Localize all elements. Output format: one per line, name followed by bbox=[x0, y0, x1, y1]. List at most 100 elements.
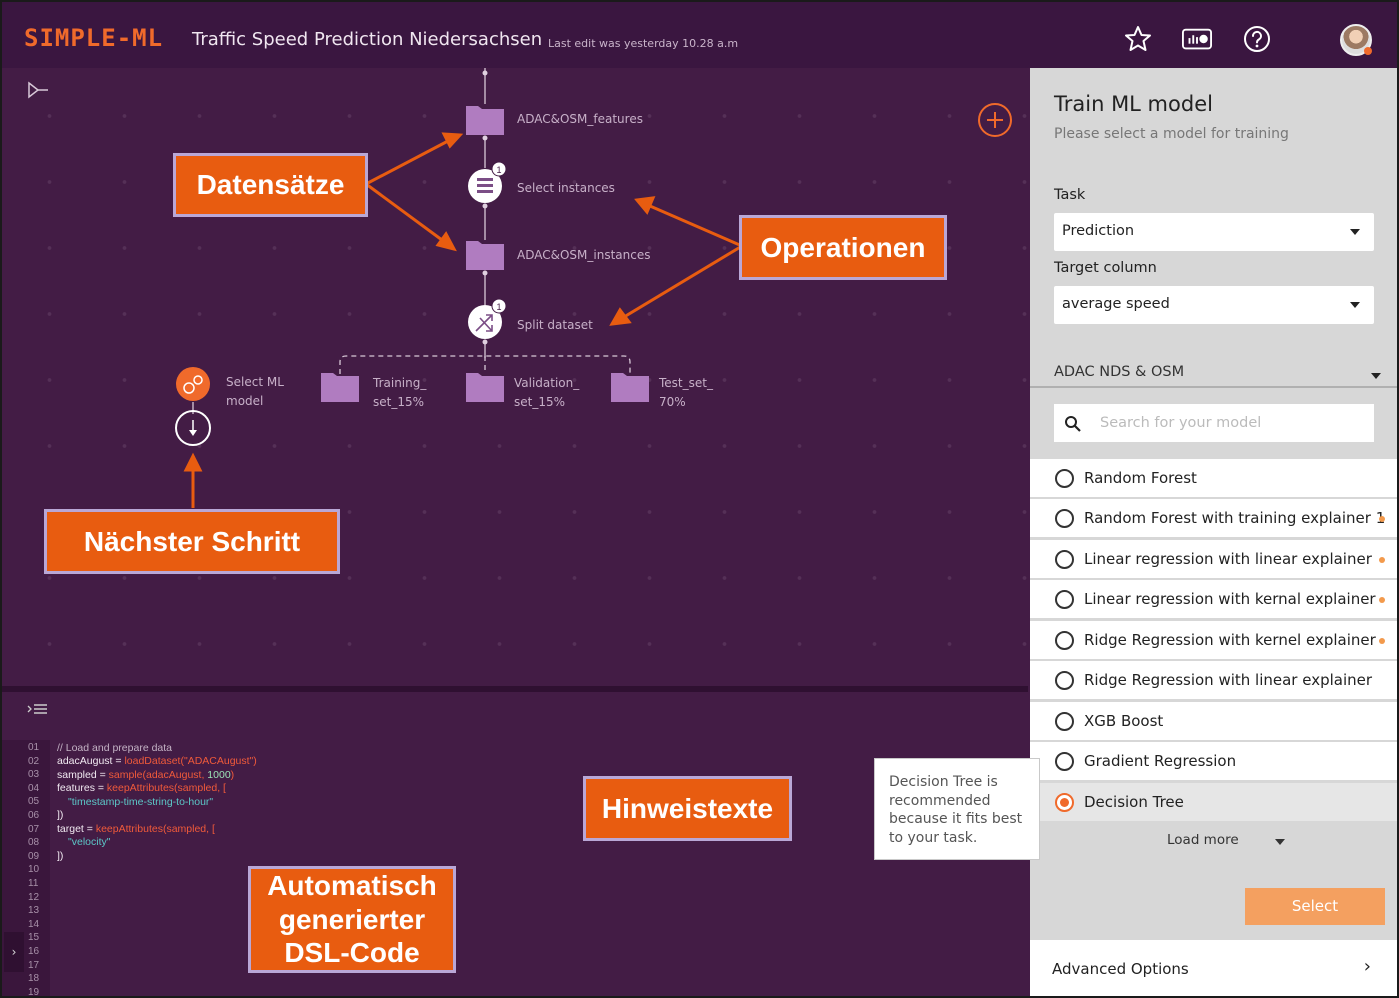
code-line: "velocity" bbox=[68, 836, 111, 848]
node-label: Split dataset bbox=[517, 318, 593, 332]
model-option[interactable]: Linear regression with kernal explainer bbox=[1030, 580, 1397, 618]
model-option[interactable]: Ridge Regression with kernel explainer bbox=[1030, 621, 1397, 659]
radio-icon[interactable] bbox=[1055, 590, 1074, 609]
model-option[interactable]: Linear regression with linear explainer bbox=[1030, 540, 1397, 578]
task-select[interactable]: Prediction bbox=[1054, 213, 1374, 251]
line-number: 11 bbox=[28, 878, 39, 889]
line-number: 18 bbox=[28, 973, 40, 985]
dataset-node-instances[interactable] bbox=[466, 241, 504, 270]
model-option-label: Linear regression with linear explainer bbox=[1084, 550, 1372, 568]
model-option[interactable]: XGB Boost bbox=[1030, 702, 1397, 740]
dataset-node-validation[interactable] bbox=[466, 373, 504, 402]
callout-operationen: Operationen bbox=[739, 215, 947, 280]
panel-subtitle: Please select a model for training bbox=[1054, 126, 1289, 142]
line-number: 04 bbox=[28, 782, 40, 794]
radio-icon[interactable] bbox=[1055, 469, 1074, 488]
line-number: 03 bbox=[28, 769, 40, 781]
radio-icon[interactable] bbox=[1055, 631, 1074, 650]
line-number: 17 bbox=[28, 959, 40, 971]
node-label: Select instances bbox=[517, 181, 615, 195]
last-edit-text: Last edit was yesterday 10.28 a.m bbox=[548, 37, 739, 50]
model-search-field[interactable]: Search for your model bbox=[1054, 404, 1374, 442]
model-option-label: Ridge Regression with linear explainer bbox=[1084, 671, 1373, 689]
target-column-select[interactable]: average speed bbox=[1054, 286, 1374, 324]
select-button[interactable]: Select bbox=[1245, 888, 1385, 925]
hint-tooltip: Decision Tree is recommended because it … bbox=[874, 758, 1040, 860]
model-option-label: Gradient Regression bbox=[1084, 752, 1237, 770]
chevron-down-icon bbox=[1350, 229, 1360, 235]
code-line: // Load and prepare data bbox=[57, 742, 173, 754]
star-icon[interactable] bbox=[1123, 24, 1153, 54]
node-label: ADAC&OSM_features bbox=[517, 112, 643, 126]
dataset-dropdown[interactable]: ADAC NDS & OSM bbox=[1030, 352, 1397, 388]
node-label: Training_ set_15% bbox=[373, 376, 427, 409]
chevron-down-icon bbox=[1371, 373, 1381, 379]
next-step-icon[interactable] bbox=[175, 410, 211, 446]
model-option-label: XGB Boost bbox=[1084, 712, 1164, 730]
hint-dot-icon bbox=[1379, 557, 1385, 563]
model-option-label: Random Forest bbox=[1084, 469, 1197, 487]
radio-icon[interactable] bbox=[1055, 550, 1074, 569]
hint-dot-icon bbox=[1379, 516, 1385, 522]
code-line: adacAugust = loadDataset("ADACAugust") bbox=[57, 755, 257, 767]
model-option[interactable]: Random Forest with training explainer 1 bbox=[1030, 499, 1397, 537]
model-option[interactable]: Gradient Regression bbox=[1030, 742, 1397, 780]
search-placeholder: Search for your model bbox=[1100, 415, 1262, 431]
dashboard-toggle-icon[interactable] bbox=[1182, 24, 1212, 54]
radio-icon[interactable] bbox=[1055, 509, 1074, 528]
line-number: 19 bbox=[28, 986, 40, 998]
advanced-options-row[interactable]: Advanced Options › bbox=[1030, 940, 1397, 996]
dataset-name: ADAC NDS & OSM bbox=[1054, 364, 1185, 380]
tree-view-icon[interactable] bbox=[28, 81, 48, 99]
task-label: Task bbox=[1054, 187, 1086, 203]
notification-dot bbox=[1364, 47, 1372, 55]
node-label: ADAC&OSM_instances bbox=[517, 248, 651, 262]
code-line: features = keepAttributes(sampled, [ bbox=[57, 782, 226, 794]
add-node-icon[interactable] bbox=[978, 103, 1012, 137]
radio-icon[interactable] bbox=[1055, 752, 1074, 771]
target-column-value: average speed bbox=[1062, 296, 1170, 312]
line-number: 08 bbox=[28, 837, 40, 849]
expand-sidebar-tab[interactable]: › bbox=[4, 932, 24, 972]
line-number: 10 bbox=[28, 864, 40, 876]
app-logo[interactable]: SIMPLE-ML bbox=[24, 24, 163, 52]
code-line: ]) bbox=[57, 850, 64, 862]
dataset-node-training[interactable] bbox=[321, 373, 359, 402]
hint-dot-icon bbox=[1379, 597, 1385, 603]
code-line: sampled = sample(adacAugust, 1000) bbox=[57, 769, 235, 781]
dataset-node-test[interactable] bbox=[611, 373, 649, 402]
radio-icon[interactable] bbox=[1055, 671, 1074, 690]
line-number: 06 bbox=[28, 810, 40, 821]
model-option[interactable]: Ridge Regression with linear explainer bbox=[1030, 661, 1397, 699]
panel-title: Train ML model bbox=[1054, 92, 1213, 116]
model-option-label: Decision Tree bbox=[1084, 793, 1184, 811]
collapse-code-icon[interactable] bbox=[26, 702, 48, 718]
callout-dsl-code: Automatisch generierter DSL-Code bbox=[248, 866, 456, 973]
node-label: Select ML model bbox=[226, 375, 284, 408]
model-option-label: Ridge Regression with kernel explainer bbox=[1084, 631, 1376, 649]
model-option[interactable]: Decision Tree bbox=[1030, 783, 1397, 821]
operation-node-split-dataset[interactable]: 1 bbox=[468, 298, 507, 339]
project-title: Traffic Speed Prediction Niedersachsen bbox=[192, 29, 543, 50]
load-more-button[interactable]: Load more bbox=[1167, 832, 1239, 848]
radio-selected-icon[interactable] bbox=[1055, 793, 1074, 812]
help-icon[interactable] bbox=[1242, 24, 1272, 54]
train-model-panel: Train ML model Please select a model for… bbox=[1030, 68, 1397, 996]
line-number: 01 bbox=[28, 742, 40, 753]
dataset-node-features[interactable] bbox=[466, 106, 504, 135]
code-line: target = keepAttributes(sampled, [ bbox=[57, 823, 215, 835]
code-line: "timestamp-time-string-to-hour" bbox=[68, 796, 214, 808]
line-number: 16 bbox=[28, 946, 40, 957]
radio-icon[interactable] bbox=[1055, 712, 1074, 731]
model-option[interactable]: Random Forest bbox=[1030, 459, 1397, 497]
line-number: 12 bbox=[28, 891, 40, 903]
svg-text:1: 1 bbox=[496, 302, 501, 312]
operation-node-select-ml-model[interactable] bbox=[176, 367, 210, 401]
advanced-options-label: Advanced Options bbox=[1052, 960, 1189, 978]
svg-text:1: 1 bbox=[496, 165, 501, 175]
callout-naechster-schritt: Nächster Schritt bbox=[44, 509, 340, 574]
model-option-label: Random Forest with training explainer 1 bbox=[1084, 509, 1386, 527]
chevron-right-icon: › bbox=[1363, 956, 1371, 977]
chevron-down-icon bbox=[1350, 302, 1360, 308]
operation-node-select-instances[interactable]: 1 bbox=[468, 161, 507, 203]
